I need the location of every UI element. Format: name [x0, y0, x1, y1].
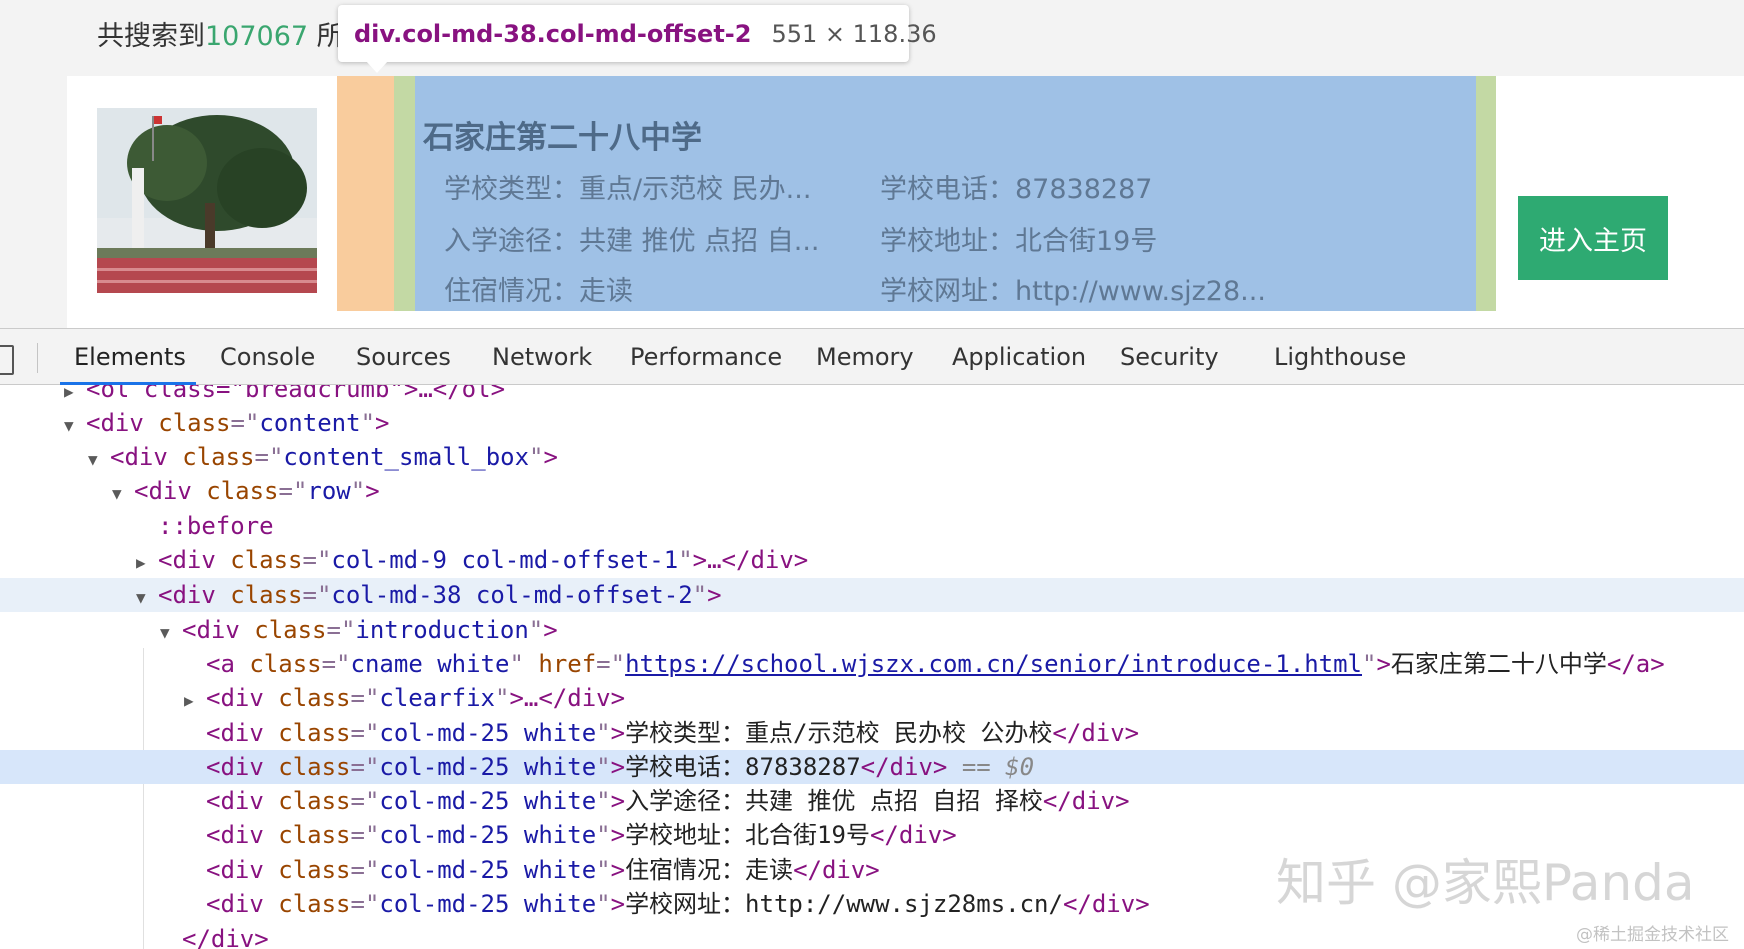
- tree-node-introduction[interactable]: ▼ <div class="introduction">: [0, 613, 1744, 647]
- tab-console[interactable]: Console: [220, 343, 315, 371]
- href-link[interactable]: https://school.wjszx.com.cn/senior/intro…: [625, 650, 1362, 678]
- result-count-prefix: 共搜索到: [97, 21, 205, 52]
- tree-node-phone-selected[interactable]: <div class="col-md-25 white">学校电话：878382…: [0, 750, 1744, 784]
- class-value: col-md-9 col-md-offset-1: [331, 546, 679, 574]
- class-value: clearfix: [379, 684, 495, 712]
- collapse-arrow-icon[interactable]: ▼: [64, 409, 86, 443]
- tab-network[interactable]: Network: [492, 343, 592, 371]
- tree-node-col38[interactable]: ▼ <div class="col-md-38 col-md-offset-2">: [0, 578, 1744, 612]
- zhihu-watermark: 知乎 @家熙Panda: [1276, 854, 1695, 912]
- class-value: col-md-25 white: [379, 890, 597, 918]
- class-value: cname white: [350, 650, 510, 678]
- node-text: 学校网址：http://www.sjz28ms.cn/: [625, 890, 1063, 918]
- tab-memory[interactable]: Memory: [816, 343, 914, 371]
- tree-node-clearfix[interactable]: ▶ <div class="clearfix">…</div>: [0, 681, 1744, 715]
- devtools-tab-bar: Elements Console Sources Network Perform…: [0, 328, 1744, 385]
- collapse-arrow-icon[interactable]: ▼: [136, 581, 158, 615]
- node-text: <ol class="breadcrumb">…</ol>: [86, 385, 506, 403]
- school-admission: 入学途径：共建 推优 点招 自...: [444, 226, 820, 257]
- node-text: 学校类型：重点/示范校 民办校 公办校: [625, 719, 1053, 747]
- school-photo-image: [97, 108, 317, 293]
- juejin-watermark: @稀土掘金技术社区: [1576, 925, 1729, 945]
- tree-node-row[interactable]: ▼ <div class="row">: [0, 474, 1744, 508]
- tab-security[interactable]: Security: [1120, 343, 1219, 371]
- tree-node-small-box[interactable]: ▼ <div class="content_small_box">: [0, 440, 1744, 474]
- node-text: 学校地址：北合街19号: [625, 821, 870, 849]
- school-phone: 学校电话：87838287: [880, 174, 1153, 205]
- tooltip-selector: div.col-md-38.col-md-offset-2: [354, 19, 752, 48]
- highlight-padding-left-overlay: [394, 76, 415, 311]
- result-count: 共搜索到107067 所: [97, 14, 344, 53]
- class-value: content_small_box: [283, 443, 530, 471]
- tab-application[interactable]: Application: [952, 343, 1086, 371]
- school-address: 学校地址：北合街19号: [880, 226, 1158, 257]
- collapse-arrow-icon[interactable]: ▼: [88, 443, 110, 477]
- node-text: 住宿情况：走读: [625, 856, 794, 884]
- result-count-number: 107067: [205, 21, 309, 52]
- highlight-margin-overlay: [337, 76, 394, 311]
- tooltip-arrow: [366, 61, 388, 73]
- class-value: col-md-25 white: [379, 787, 597, 815]
- tree-node-content[interactable]: ▼ <div class="content">: [0, 406, 1744, 440]
- inspector-tooltip: div.col-md-38.col-md-offset-2 551 × 118.…: [338, 5, 937, 62]
- tree-node-admission[interactable]: <div class="col-md-25 white">入学途径：共建 推优 …: [0, 784, 1744, 818]
- class-value: introduction: [355, 616, 529, 644]
- class-value: col-md-25 white: [379, 821, 597, 849]
- link-text: 石家庄第二十八中学: [1390, 650, 1607, 678]
- tree-node-before[interactable]: ::before: [0, 509, 1744, 543]
- tree-node-breadcrumb[interactable]: ▶ <ol class="breadcrumb">…</ol>: [0, 385, 1744, 406]
- tree-node-col9[interactable]: ▶ <div class="col-md-9 col-md-offset-1">……: [0, 543, 1744, 577]
- node-text: 入学途径：共建 推优 点招 自招 择校: [625, 787, 1043, 815]
- node-text: </div>: [182, 925, 269, 949]
- school-type: 学校类型：重点/示范校 民办...: [444, 174, 812, 205]
- pseudo-element: ::before: [158, 512, 274, 540]
- class-value: content: [259, 409, 361, 437]
- expand-arrow-icon[interactable]: ▶: [184, 684, 206, 718]
- selected-node-marker: == $0: [961, 753, 1035, 781]
- enter-homepage-button[interactable]: 进入主页: [1518, 196, 1668, 280]
- tree-node-type[interactable]: <div class="col-md-25 white">学校类型：重点/示范校…: [0, 716, 1744, 750]
- class-value: col-md-25 white: [379, 856, 597, 884]
- collapse-arrow-icon[interactable]: ▼: [160, 616, 182, 650]
- tooltip-dimensions: 551 × 118.36: [771, 19, 937, 48]
- highlight-padding-right-overlay: [1476, 76, 1496, 311]
- class-value: col-md-38 col-md-offset-2: [331, 581, 693, 609]
- class-value: col-md-25 white: [379, 753, 597, 781]
- school-boarding: 住宿情况：走读: [444, 276, 633, 307]
- tab-sources[interactable]: Sources: [356, 343, 451, 371]
- school-photo[interactable]: [97, 108, 317, 293]
- school-website: 学校网址：http://www.sjz28...: [880, 276, 1266, 307]
- tab-performance[interactable]: Performance: [630, 343, 782, 371]
- collapse-arrow-icon[interactable]: ▼: [112, 477, 134, 511]
- tab-divider: [37, 343, 38, 373]
- device-toolbar-icon[interactable]: [0, 345, 14, 375]
- tab-elements[interactable]: Elements: [74, 343, 186, 371]
- tree-node-cname-link[interactable]: <a class="cname white" href="https://sch…: [0, 647, 1744, 681]
- tree-node-close-div[interactable]: </div>: [0, 922, 1744, 949]
- expand-arrow-icon[interactable]: ▶: [136, 546, 158, 580]
- tab-lighthouse[interactable]: Lighthouse: [1274, 343, 1406, 371]
- class-value: row: [307, 477, 351, 505]
- class-value: col-md-25 white: [379, 719, 597, 747]
- node-text: 学校电话：87838287: [625, 753, 861, 781]
- school-name-link[interactable]: 石家庄第二十八中学: [423, 112, 702, 157]
